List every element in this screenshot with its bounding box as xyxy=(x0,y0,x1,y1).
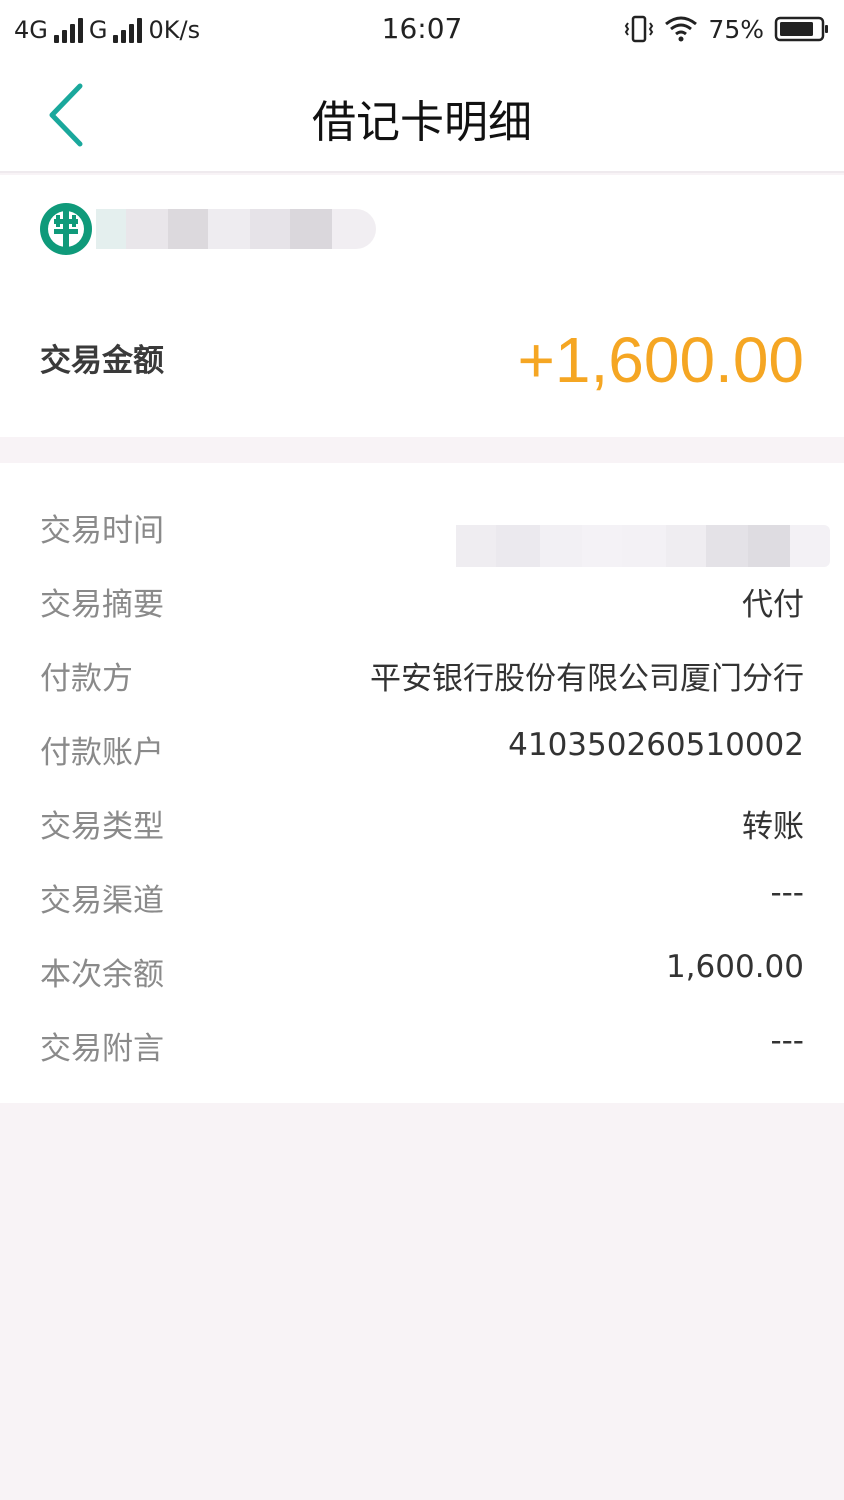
wifi-icon xyxy=(665,16,698,42)
detail-label: 交易附言 xyxy=(40,1031,164,1067)
detail-label: 交易类型 xyxy=(40,809,164,845)
detail-label: 交易时间 xyxy=(40,513,164,549)
status-right: 75% xyxy=(624,12,830,46)
detail-row-type: 交易类型 转账 xyxy=(0,785,844,859)
detail-row-remark: 交易附言 --- xyxy=(0,1007,844,1081)
detail-row-balance: 本次余额 1,600.00 xyxy=(0,933,844,1007)
detail-row-summary: 交易摘要 代付 xyxy=(0,563,844,637)
detail-label: 付款方 xyxy=(40,661,133,697)
bank-logo-icon xyxy=(40,203,92,255)
detail-value: 平安银行股份有限公司厦门分行 xyxy=(370,661,804,697)
detail-label: 交易摘要 xyxy=(40,587,164,623)
detail-value: 转账 xyxy=(742,809,804,845)
detail-value: 1,600.00 xyxy=(665,949,804,985)
detail-value: 410350260510002 xyxy=(508,727,804,763)
page-title: 借记卡明细 xyxy=(312,97,532,148)
detail-label: 本次余额 xyxy=(40,957,164,993)
amount-label: 交易金额 xyxy=(40,343,164,379)
status-bar: 4G G 0K/s 16:07 75% xyxy=(0,0,844,60)
detail-row-payer: 付款方 平安银行股份有限公司厦门分行 xyxy=(0,637,844,711)
detail-label: 交易渠道 xyxy=(40,883,164,919)
detail-row-payer-account: 付款账户 410350260510002 xyxy=(0,711,844,785)
nav-bar: 借记卡明细 xyxy=(0,60,844,173)
masked-account-number xyxy=(96,209,376,249)
detail-row-time: 交易时间 xyxy=(0,489,844,567)
battery-percent: 75% xyxy=(708,14,764,44)
detail-value: 代付 xyxy=(742,587,804,623)
detail-value: --- xyxy=(770,875,804,911)
detail-row-channel: 交易渠道 --- xyxy=(0,859,844,933)
amount-value: +1,600.00 xyxy=(517,324,805,396)
battery-icon xyxy=(774,16,828,42)
detail-value: --- xyxy=(770,1023,804,1059)
details-list: 交易时间 交易摘要 代付 付款方 平安银行股份有限公司厦门分行 付款账户 410… xyxy=(0,463,844,1103)
masked-transaction-time xyxy=(456,525,830,567)
detail-label: 付款账户 xyxy=(40,735,164,771)
amount-card: 交易金额 +1,600.00 xyxy=(0,175,844,437)
vibrate-icon xyxy=(625,15,654,43)
